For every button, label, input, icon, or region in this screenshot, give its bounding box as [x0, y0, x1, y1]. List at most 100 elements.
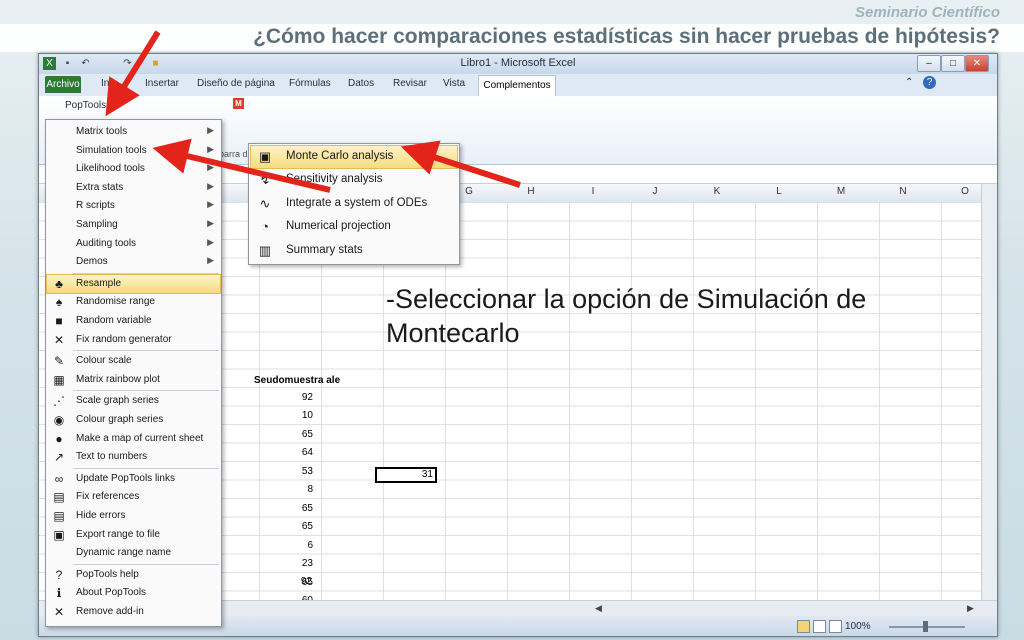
menu-item-dynamic-range-name[interactable]: Dynamic range name — [47, 544, 220, 562]
column-header-l[interactable]: L — [748, 186, 810, 197]
menu-item-scale-graph-series[interactable]: ⋰ Scale graph series — [47, 392, 220, 410]
column-header-n[interactable]: N — [872, 186, 934, 197]
menu-item-auditing-tools[interactable]: Auditing tools ▶ — [47, 235, 220, 253]
submenu-item-icon: ◔ — [261, 219, 269, 235]
vertical-scrollbar[interactable] — [981, 184, 997, 600]
sample-cell[interactable]: 65 — [253, 503, 313, 514]
sample-column-header[interactable]: Seudomuestra ale — [254, 375, 340, 386]
sample-cell[interactable]: 10 — [253, 410, 313, 421]
menu-item-demos[interactable]: Demos ▶ — [47, 253, 220, 271]
submenu-item-monte-carlo-analysis[interactable]: ▣ Monte Carlo analysis — [250, 145, 458, 169]
normal-view-icon[interactable] — [797, 620, 810, 633]
menu-item-fix-random-generator[interactable]: ✕ Fix random generator — [47, 331, 220, 349]
maximize-button[interactable]: □ — [941, 55, 965, 72]
zoom-slider-knob[interactable] — [923, 621, 928, 632]
ribbon-minimize-icon[interactable]: ⌃ — [905, 77, 913, 88]
menu-item-label: Likelihood tools — [76, 163, 145, 175]
tab-inicio[interactable]: In — [101, 78, 109, 89]
tab-archivo[interactable]: Archivo — [45, 76, 81, 93]
menu-item-colour-graph-series[interactable]: ◉ Colour graph series — [47, 411, 220, 429]
menu-item-matrix-rainbow-plot[interactable]: ▦ Matrix rainbow plot — [47, 371, 220, 389]
sheet-nav-icon[interactable]: ◀ — [595, 603, 602, 614]
menu-item-extra-stats[interactable]: Extra stats ▶ — [47, 179, 220, 197]
menu-item-icon: ⋰ — [53, 394, 65, 409]
submenu-item-label: Integrate a system of ODEs — [286, 196, 428, 209]
column-header-h[interactable]: H — [500, 186, 562, 197]
menu-item-colour-scale[interactable]: ✎ Colour scale — [47, 352, 220, 370]
menu-item-label: Matrix tools — [76, 126, 128, 137]
menu-separator — [73, 350, 219, 352]
submenu-arrow-icon: ▶ — [207, 125, 214, 135]
menu-item-randomise-range[interactable]: ♠ Randomise range — [47, 293, 220, 311]
slide-title: ¿Cómo hacer comparaciones estadísticas s… — [253, 25, 1000, 48]
menu-item-make-a-map-of-current-sheet[interactable]: ● Make a map of current sheet — [47, 430, 220, 448]
scroll-right-icon[interactable]: ▶ — [967, 603, 974, 614]
sample-cell[interactable]: 23 — [253, 558, 313, 569]
menu-item-about-poptools[interactable]: ℹ About PopTools — [47, 584, 220, 602]
page-break-icon[interactable] — [829, 620, 842, 633]
sample-cell[interactable]: 92 — [253, 392, 313, 403]
sample-cell[interactable]: 6 — [253, 540, 313, 551]
menu-item-resample[interactable]: ♣ Resample — [46, 273, 221, 294]
menu-item-sampling[interactable]: Sampling ▶ — [47, 216, 220, 234]
tab-vista[interactable]: Vista — [443, 78, 465, 89]
menu-item-label: Resample — [76, 277, 122, 289]
help-icon[interactable]: ? — [923, 76, 936, 89]
window-title: Libro1 - Microsoft Excel — [460, 57, 576, 69]
menu-item-poptools-help[interactable]: ? PopTools help — [47, 566, 220, 584]
tab-insertar[interactable]: Insertar — [145, 78, 179, 89]
zoom-level[interactable]: 100% — [845, 621, 871, 632]
menu-item-icon: ℹ — [56, 586, 62, 601]
instruction-line: -Seleccionar la opción de Simulación de — [386, 284, 867, 314]
active-cell[interactable]: 31 — [375, 467, 437, 483]
menu-item-icon: ◉ — [53, 413, 65, 427]
tab-complementos[interactable]: Complementos — [478, 75, 556, 97]
submenu-item-summary-stats[interactable]: ▥ Summary stats — [251, 240, 457, 262]
submenu-item-sensitivity-analysis[interactable]: ↯ Sensitivity analysis — [251, 169, 457, 191]
menu-item-icon: ∞ — [54, 471, 64, 486]
submenu-item-numerical-projection[interactable]: ◔ Numerical projection — [251, 216, 457, 238]
menu-item-icon: ■ — [55, 314, 63, 328]
menu-item-icon: ✕ — [53, 332, 65, 347]
menu-separator — [73, 467, 219, 469]
sample-cell[interactable]: 8 — [253, 484, 313, 495]
close-button[interactable]: ✕ — [965, 55, 989, 72]
m-icon[interactable]: M — [233, 98, 244, 109]
submenu-arrow-icon: ▶ — [207, 180, 214, 191]
column-header-k[interactable]: K — [686, 186, 748, 197]
column-header-m[interactable]: M — [810, 186, 872, 197]
menu-item-likelihood-tools[interactable]: Likelihood tools ▶ — [47, 160, 220, 178]
menu-item-simulation-tools[interactable]: Simulation tools ▶ — [47, 142, 220, 160]
menu-item-matrix-tools[interactable]: Matrix tools ▶ — [47, 123, 220, 141]
menu-item-label: Update PopTools links — [76, 472, 175, 484]
tab-formulas[interactable]: Fórmulas — [289, 78, 331, 89]
menu-item-label: About PopTools — [76, 587, 147, 599]
sample-cell[interactable]: 65 — [253, 429, 313, 440]
tab-revisar[interactable]: Revisar — [393, 78, 427, 89]
menu-item-label: Extra stats — [76, 181, 124, 193]
submenu-arrow-icon: ▶ — [207, 255, 214, 266]
menu-item-label: PopTools help — [76, 568, 139, 580]
menu-item-text-to-numbers[interactable]: ↗ Text to numbers — [47, 448, 220, 466]
tab-datos[interactable]: Datos — [348, 78, 374, 89]
submenu-item-integrate-a-system-of-odes[interactable]: ∿ Integrate a system of ODEs — [251, 193, 457, 215]
sample-cell[interactable]: 65 — [253, 521, 313, 532]
menu-item-r-scripts[interactable]: R scripts ▶ — [47, 197, 220, 215]
menu-item-export-range-to-file[interactable]: ▣ Export range to file — [47, 526, 220, 544]
minimize-button[interactable]: – — [917, 55, 941, 72]
menu-item-random-variable[interactable]: ■ Random variable — [47, 312, 220, 330]
menu-item-fix-references[interactable]: ▤ Fix references — [47, 488, 220, 506]
menu-item-icon: ▤ — [53, 490, 65, 505]
menu-item-hide-errors[interactable]: ▤ Hide errors — [47, 507, 220, 525]
tab-diseno-pagina[interactable]: Diseño de página — [197, 78, 275, 89]
column-header-i[interactable]: I — [562, 186, 624, 197]
page-layout-icon[interactable] — [813, 620, 826, 633]
poptools-menu-button[interactable]: PopTools ▾ — [65, 100, 114, 111]
sample-cell[interactable]: 53 — [253, 466, 313, 477]
poptools-dropdown-menu: Matrix tools ▶ Simulation tools ▶ Likelihood… — [45, 119, 222, 627]
sample-cell[interactable]: 92 — [252, 576, 312, 587]
column-header-j[interactable]: J — [624, 186, 686, 197]
menu-item-update-poptools-links[interactable]: ∞ Update PopTools links — [47, 470, 220, 488]
sample-cell[interactable]: 64 — [253, 447, 313, 458]
menu-item-remove-add-in[interactable]: ✕ Remove add-in — [47, 603, 220, 621]
